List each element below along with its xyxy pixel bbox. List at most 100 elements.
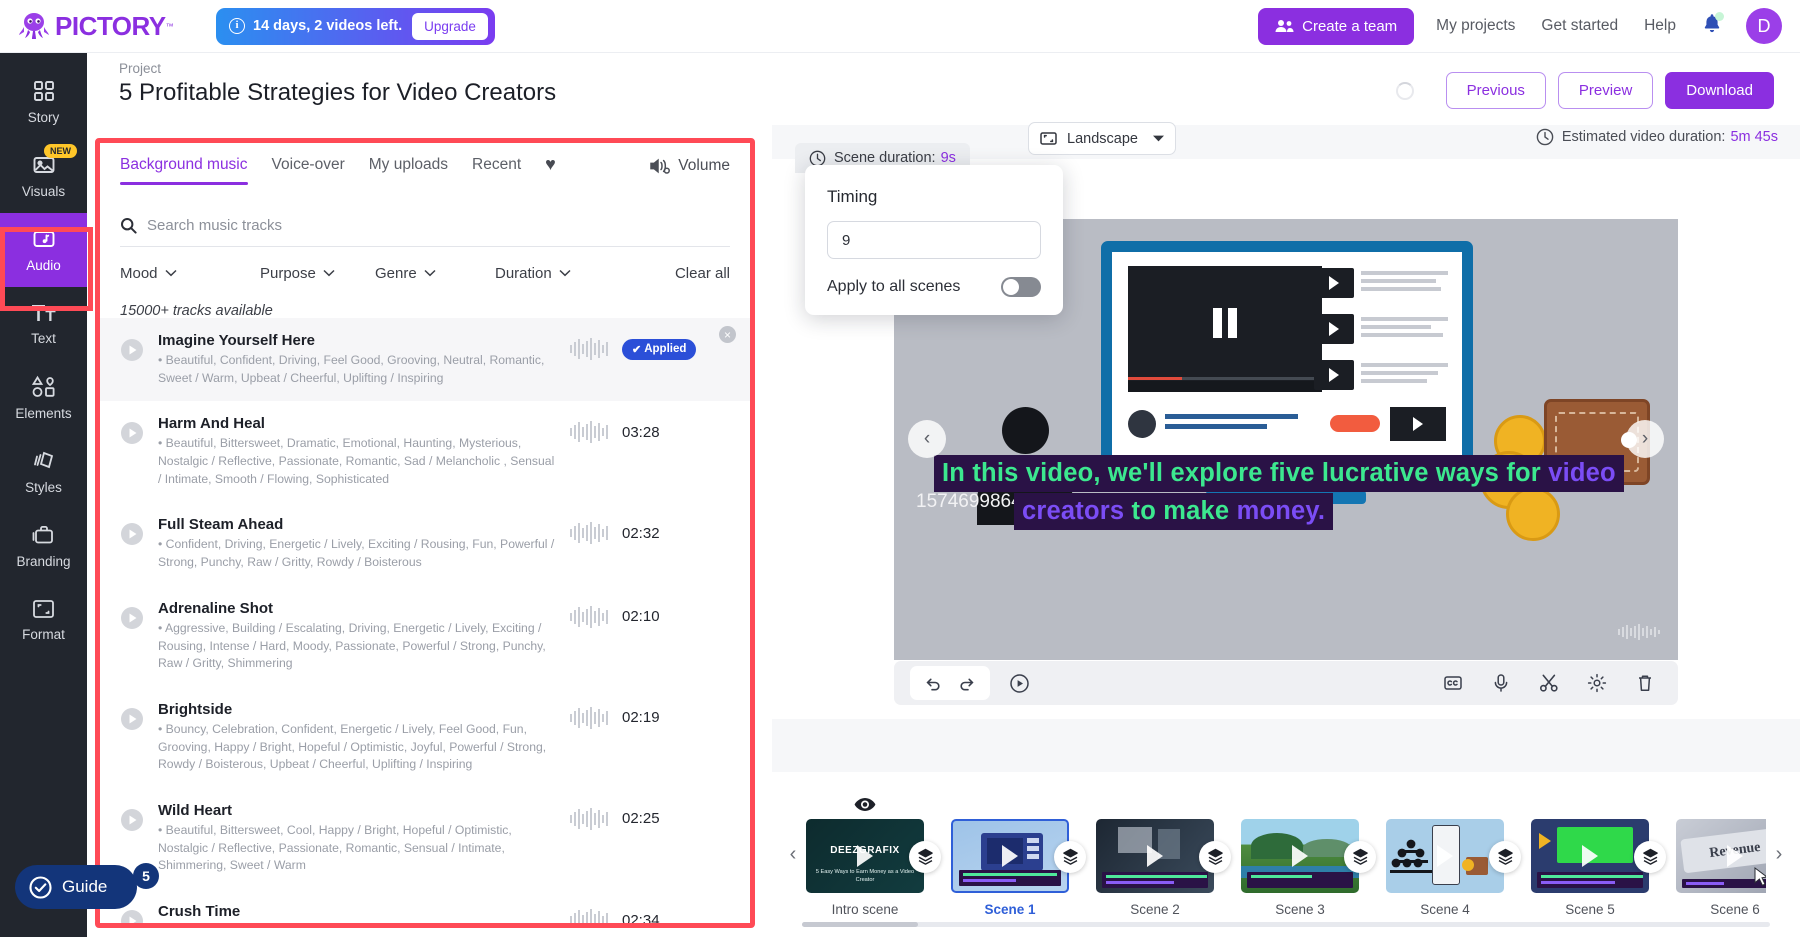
search-input[interactable] — [147, 217, 730, 234]
text-lines — [1361, 362, 1448, 387]
clear-all-button[interactable]: Clear all — [675, 265, 730, 282]
user-avatar[interactable]: D — [1746, 8, 1782, 44]
sidebar-item-format[interactable]: Format — [0, 583, 87, 657]
previous-button[interactable]: Previous — [1445, 72, 1546, 109]
text-icon — [31, 305, 55, 321]
previous-scene-arrow[interactable]: ‹ — [908, 420, 946, 458]
sidebar-item-styles[interactable]: Styles — [0, 435, 87, 509]
trash-icon[interactable] — [1628, 666, 1662, 700]
volume-label: Volume — [678, 157, 730, 174]
transition-button[interactable] — [1054, 840, 1086, 873]
project-header: Project 5 Profitable Strategies for Vide… — [87, 53, 1800, 125]
play-icon[interactable] — [120, 909, 144, 923]
sidebar-item-story[interactable]: Story — [0, 65, 87, 139]
strip-prev-arrow[interactable]: ‹ — [780, 843, 806, 866]
play-icon[interactable] — [120, 808, 144, 832]
scene-thumb-1[interactable]: Scene 1 — [951, 818, 1086, 917]
create-a-team-button[interactable]: Create a team — [1258, 7, 1415, 45]
play-overlay-icon — [1002, 844, 1018, 867]
list-item[interactable]: Imagine Yourself Here • Beautiful, Confi… — [100, 318, 750, 402]
scene-thumb-intro[interactable]: DEEZGRAFIX 5 Easy Ways to Earn Money as … — [806, 797, 941, 917]
nav-help[interactable]: Help — [1644, 17, 1676, 35]
scrollbar-thumb[interactable] — [802, 922, 919, 927]
apply-to-all-label: Apply to all scenes — [827, 278, 961, 295]
transition-button[interactable] — [1344, 840, 1376, 873]
list-item[interactable]: Brightside • Bouncy, Celebration, Confid… — [100, 687, 750, 788]
list-item[interactable]: Full Steam Ahead • Confident, Driving, E… — [100, 502, 750, 585]
play-icon[interactable] — [120, 707, 144, 731]
trial-text: 14 days, 2 videos left. — [253, 18, 403, 34]
scissors-icon[interactable] — [1532, 666, 1566, 700]
download-button[interactable]: Download — [1665, 72, 1774, 109]
scene-thumb-3[interactable]: Scene 3 — [1241, 818, 1376, 917]
gear-icon[interactable] — [1580, 666, 1614, 700]
thumbnail-image[interactable] — [951, 818, 1069, 893]
thumbnail-image[interactable] — [1386, 818, 1504, 893]
filter-genre[interactable]: Genre — [375, 265, 495, 282]
timing-input[interactable] — [827, 221, 1041, 259]
thumbnail-image[interactable]: Revenue — [1676, 818, 1766, 893]
sidebar-item-visuals[interactable]: NEW Visuals — [0, 139, 87, 213]
notifications-bell-icon[interactable] — [1702, 12, 1724, 39]
transition-button[interactable] — [1489, 840, 1521, 873]
sidebar-item-text[interactable]: Text — [0, 287, 87, 361]
play-icon[interactable] — [1002, 666, 1036, 700]
subtitle-line-2: creators to make money. — [1014, 492, 1334, 530]
thumbnail-image[interactable] — [1096, 818, 1214, 893]
captions-icon[interactable] — [1436, 666, 1470, 700]
close-icon[interactable]: × — [719, 326, 736, 343]
play-icon[interactable] — [120, 338, 144, 362]
microphone-icon[interactable] — [1484, 666, 1518, 700]
preview-button[interactable]: Preview — [1557, 72, 1654, 109]
orientation-select[interactable]: Landscape — [1028, 122, 1176, 155]
next-scene-arrow[interactable]: › — [1626, 420, 1664, 458]
list-item[interactable]: Wild Heart • Beautiful, Bittersweet, Coo… — [100, 788, 750, 889]
thumbnail-image[interactable] — [1531, 818, 1649, 893]
undo-icon[interactable] — [916, 666, 950, 700]
sidebar-item-elements[interactable]: Elements — [0, 361, 87, 435]
transition-button[interactable] — [1634, 840, 1666, 873]
scene-thumb-6[interactable]: Revenue Scene 6 — [1676, 818, 1766, 917]
play-icon[interactable] — [120, 522, 144, 546]
strip-next-arrow[interactable]: › — [1766, 843, 1792, 866]
filter-duration[interactable]: Duration — [495, 265, 571, 282]
scene-thumb-4[interactable]: Scene 4 — [1386, 818, 1521, 917]
filter-mood[interactable]: Mood — [120, 265, 260, 282]
sidebar-item-branding[interactable]: Branding — [0, 509, 87, 583]
tab-my-uploads[interactable]: My uploads — [369, 156, 448, 185]
heart-icon[interactable]: ♥ — [545, 154, 556, 186]
nav-my-projects[interactable]: My projects — [1436, 17, 1515, 35]
transition-button[interactable] — [1199, 840, 1231, 873]
redo-icon[interactable] — [950, 666, 984, 700]
apply-to-all-toggle[interactable] — [1001, 277, 1041, 297]
monitor-graphic — [1101, 240, 1473, 468]
scene-thumb-5[interactable]: Scene 5 — [1531, 818, 1666, 917]
guide-button[interactable]: Guide 5 — [15, 863, 159, 909]
sidebar-item-audio[interactable]: Audio — [0, 213, 87, 287]
tab-recent[interactable]: Recent — [472, 156, 521, 185]
waveform-icon — [1618, 623, 1660, 640]
transition-button[interactable] — [909, 840, 941, 873]
thumbnail-image[interactable]: DEEZGRAFIX 5 Easy Ways to Earn Money as … — [806, 818, 924, 893]
volume-button[interactable]: Volume — [649, 157, 730, 183]
thumbnail-image[interactable] — [1241, 818, 1359, 893]
tab-background-music[interactable]: Background music — [120, 156, 248, 185]
filter-purpose[interactable]: Purpose — [260, 265, 375, 282]
landscape-icon — [1040, 132, 1057, 145]
briefcase-icon — [32, 526, 53, 544]
upgrade-button[interactable]: Upgrade — [412, 12, 488, 40]
play-icon[interactable] — [120, 606, 144, 630]
scrollbar[interactable] — [802, 922, 1770, 927]
play-icon[interactable] — [120, 421, 144, 445]
tab-voice-over[interactable]: Voice-over — [272, 156, 345, 185]
play-overlay-icon — [857, 844, 873, 867]
nav-get-started[interactable]: Get started — [1541, 17, 1618, 35]
eye-icon[interactable] — [854, 797, 876, 812]
app-logo[interactable]: PICTORY ™ — [18, 10, 193, 42]
list-item[interactable]: Harm And Heal • Beautiful, Bittersweet, … — [100, 401, 750, 502]
track-list[interactable]: Imagine Yourself Here • Beautiful, Confi… — [100, 318, 750, 923]
list-item[interactable]: Crush Time • Building / Escalating, Conf… — [100, 889, 750, 923]
search-icon — [121, 218, 137, 234]
list-item[interactable]: Adrenaline Shot • Aggressive, Building /… — [100, 586, 750, 687]
scene-thumb-2[interactable]: Scene 2 — [1096, 818, 1231, 917]
